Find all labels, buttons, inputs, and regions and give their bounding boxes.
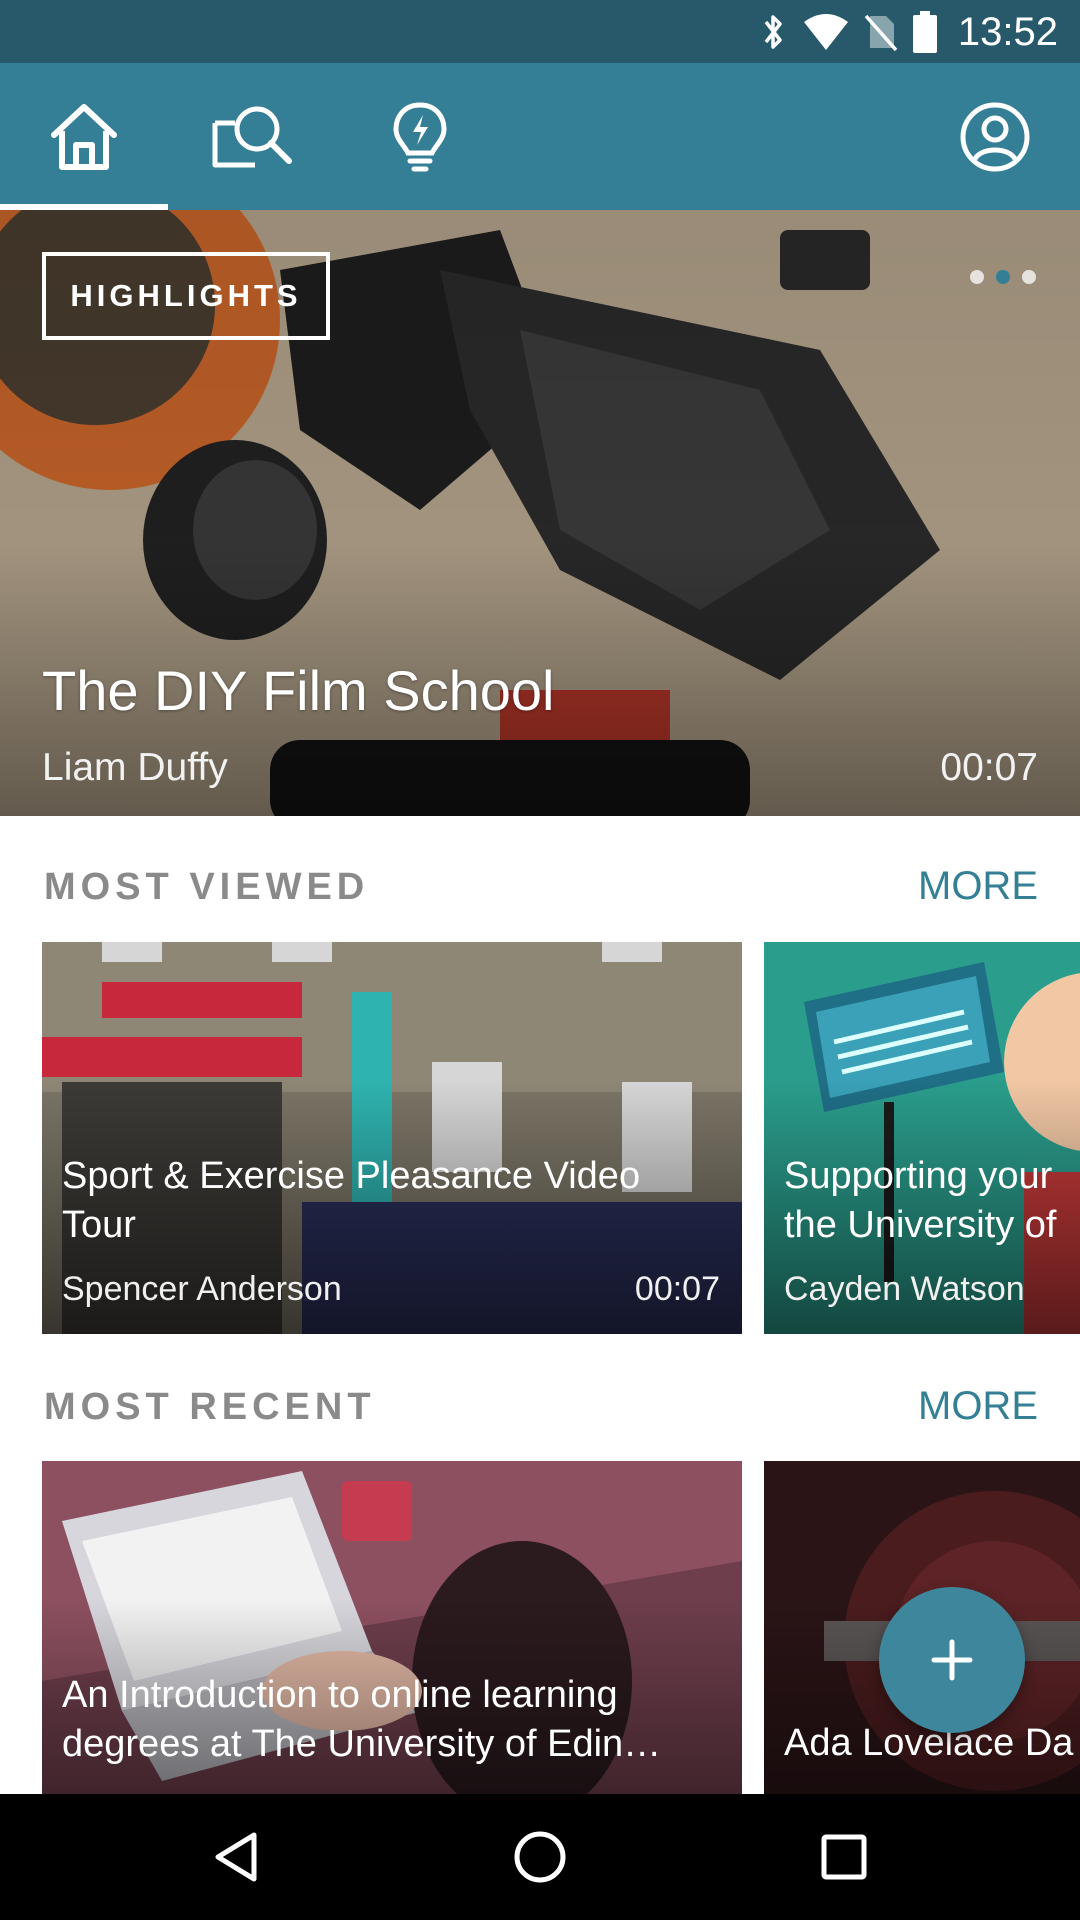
status-bar: 13:52 (0, 0, 1080, 63)
hero-duration: 00:07 (940, 746, 1038, 789)
hero-author: Liam Duffy (42, 746, 228, 789)
card-title: An Introduction to online learning degre… (62, 1674, 662, 1765)
recents-button[interactable] (784, 1812, 904, 1902)
battery-icon (912, 11, 937, 53)
hero-banner[interactable]: HIGHLIGHTS The DIY Film School Liam Duff… (0, 210, 1080, 816)
most-recent-header: MOST RECENT MORE (0, 1368, 1080, 1448)
most-viewed-header: MOST VIEWED MORE (0, 848, 1080, 928)
status-clock: 13:52 (957, 9, 1058, 54)
bluetooth-icon (764, 15, 782, 49)
card-title: Sport & Exercise Pleasance Video Tour (62, 1155, 641, 1246)
video-card[interactable]: Supporting your the University of Cayden… (764, 942, 1080, 1334)
most-recent-more-button[interactable]: MORE (918, 1384, 1038, 1429)
carousel-indicator (970, 270, 1036, 284)
recents-icon (821, 1834, 867, 1880)
plus-icon (931, 1639, 973, 1681)
home-circle-icon (514, 1831, 566, 1883)
section-title: MOST VIEWED (44, 866, 370, 908)
card-author: Spencer Anderson (62, 1270, 342, 1308)
section-title: MOST RECENT (44, 1386, 376, 1428)
lightbulb-icon (393, 101, 447, 171)
back-button[interactable] (176, 1812, 296, 1902)
most-viewed-more-button[interactable]: MORE (918, 864, 1038, 909)
wifi-icon (803, 14, 848, 50)
back-icon (215, 1832, 257, 1882)
card-title: Supporting your the University of (784, 1152, 1080, 1250)
tab-home[interactable] (0, 63, 168, 210)
tab-search[interactable] (168, 63, 336, 210)
system-navigation-bar (0, 1794, 1080, 1920)
hero-title: The DIY Film School (42, 659, 555, 722)
carousel-dot (970, 270, 984, 284)
card-title-line: Supporting your (784, 1155, 1053, 1197)
carousel-dot (1022, 270, 1036, 284)
video-card[interactable]: Sport & Exercise Pleasance Video Tour Sp… (42, 942, 742, 1334)
highlights-badge: HIGHLIGHTS (42, 252, 330, 340)
card-title-line: the University of (784, 1204, 1057, 1246)
card-duration: 00:07 (634, 1270, 720, 1308)
status-icons: 13:52 (758, 8, 1058, 56)
tab-ideas[interactable] (336, 63, 504, 210)
profile-button[interactable] (920, 63, 1070, 210)
carousel-dot-active (996, 270, 1010, 284)
home-icon (51, 103, 117, 170)
add-video-fab[interactable] (879, 1587, 1025, 1733)
search-icon (212, 106, 292, 167)
app-bar (0, 63, 1080, 210)
card-author: Cayden Watson (784, 1270, 1025, 1308)
home-system-button[interactable] (480, 1812, 600, 1902)
no-sim-icon (864, 14, 898, 52)
account-circle-icon (960, 102, 1030, 171)
